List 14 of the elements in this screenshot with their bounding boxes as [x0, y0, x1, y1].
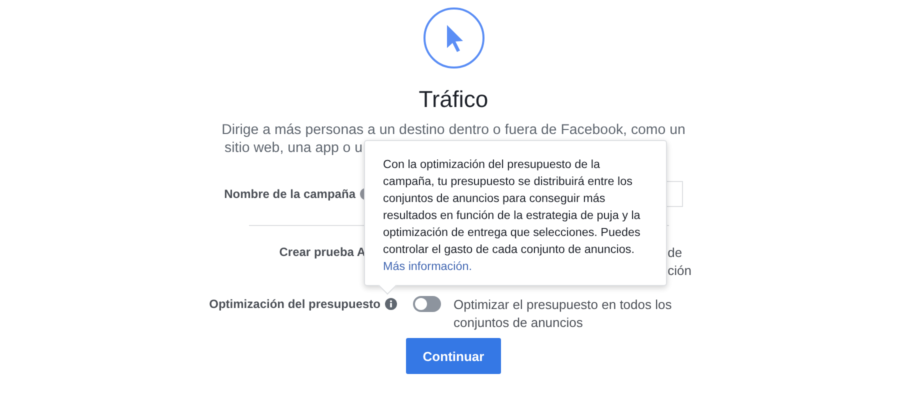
description-text: Dirige a más personas a un destino dentro o fuera de Facebook, como un — [220, 121, 686, 139]
description-text: sitio web, una app o u — [224, 139, 364, 157]
field-label: Nombre de la campaña — [224, 187, 356, 201]
option-text: de — [668, 244, 682, 262]
continue-button[interactable]: Continuar — [406, 338, 501, 374]
page-title: Tráfico — [418, 85, 488, 113]
toggle-switch[interactable] — [412, 296, 440, 312]
info-icon[interactable] — [384, 298, 396, 310]
more-info-link[interactable]: Más información. — [383, 260, 472, 273]
cursor-icon — [422, 7, 484, 69]
option-text: ción — [668, 262, 692, 280]
tooltip-text: Con la optimización del presupuesto de la campaña, tu presupuesto se distribuirá entre los conjuntos de anuncios para conseguir más resultados en función de la estrategia de puja y la optimización de entrega que selecciones. Puedes controlar el gasto de cada conjunto de anuncios. Más información. — [383, 158, 640, 273]
toggle-label: Optimizar el presupuesto en todos los conjuntos de anuncios — [454, 296, 673, 332]
field-label: Optimización del presupuesto — [209, 297, 380, 311]
